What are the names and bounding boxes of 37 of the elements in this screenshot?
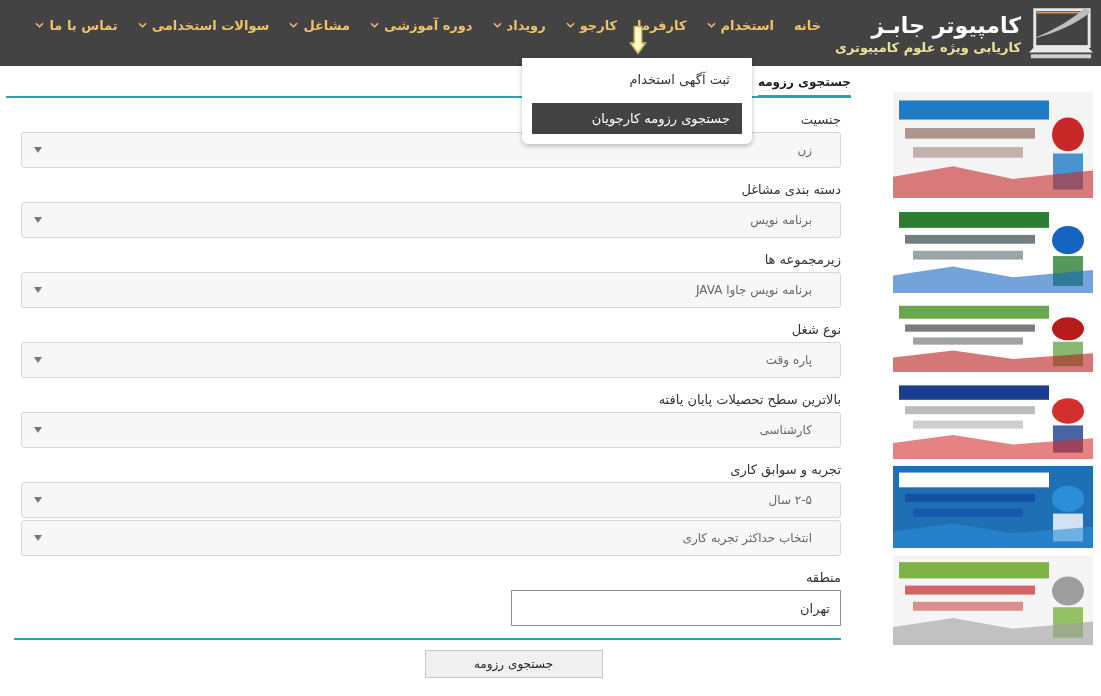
form-tab[interactable]: جستجوی رزومه	[757, 75, 851, 98]
nav-link[interactable]: رویداد	[492, 17, 546, 33]
nav-link[interactable]: تماس با ما	[35, 17, 118, 33]
nav-link[interactable]: سوالات استخدامی	[137, 17, 270, 33]
field-label: بالاترین سطح تحصیلات پایان یافته	[658, 392, 841, 407]
select-field[interactable]: زن	[21, 132, 841, 168]
select-field[interactable]: ۲-۵ سال	[21, 482, 841, 518]
dropdown-arrow-icon	[34, 535, 42, 541]
select-field[interactable]: برنامه نویس جاوا JAVA	[21, 272, 841, 308]
input-field[interactable]: تهران	[511, 590, 841, 626]
field-label: دسته بندی مشاغل	[741, 182, 841, 197]
dropdown-arrow-icon	[34, 497, 42, 503]
field-label: تجربه و سوابق کاری	[730, 462, 841, 477]
nav-link[interactable]: دوره آموزشی	[370, 17, 473, 33]
site-tagline: کاریابی ویژه علوم کامپیوتری	[835, 39, 1022, 55]
search-button[interactable]: جستجوی رزومه	[424, 650, 603, 678]
menu-item[interactable]: ثبت آگهی استخدام	[532, 64, 742, 95]
select-field[interactable]: کارشناسی	[21, 412, 841, 448]
field-label: جنسیت	[800, 112, 841, 127]
field-label: زیرمجموعه ها	[764, 252, 841, 267]
nav-link[interactable]: خانه	[794, 17, 821, 33]
nav-link[interactable]: کارجو	[565, 17, 618, 33]
field-label: منطقه	[805, 570, 841, 585]
dropdown-arrow-icon	[34, 427, 42, 433]
site-title[interactable]: کامپیوتر جابـز	[871, 11, 1022, 40]
dropdown-arrow-icon	[34, 357, 42, 363]
select-field[interactable]: پاره وقت	[21, 342, 841, 378]
dropdown-arrow-icon	[34, 147, 42, 153]
laptop-icon	[1027, 5, 1095, 61]
field-label: نوع شغل	[791, 322, 841, 337]
dropdown-arrow-icon	[34, 217, 42, 223]
nav-link[interactable]: مشاغل	[289, 17, 351, 33]
dropdown-arrow-icon	[34, 287, 42, 293]
menu-item[interactable]: جستجوی رزومه کارجویان	[532, 103, 742, 134]
select-field[interactable]: برنامه نویس	[21, 202, 841, 238]
nav-link[interactable]: استخدام	[706, 17, 774, 33]
select-field[interactable]: انتخاب حداکثر تجربه کاری	[21, 520, 841, 556]
